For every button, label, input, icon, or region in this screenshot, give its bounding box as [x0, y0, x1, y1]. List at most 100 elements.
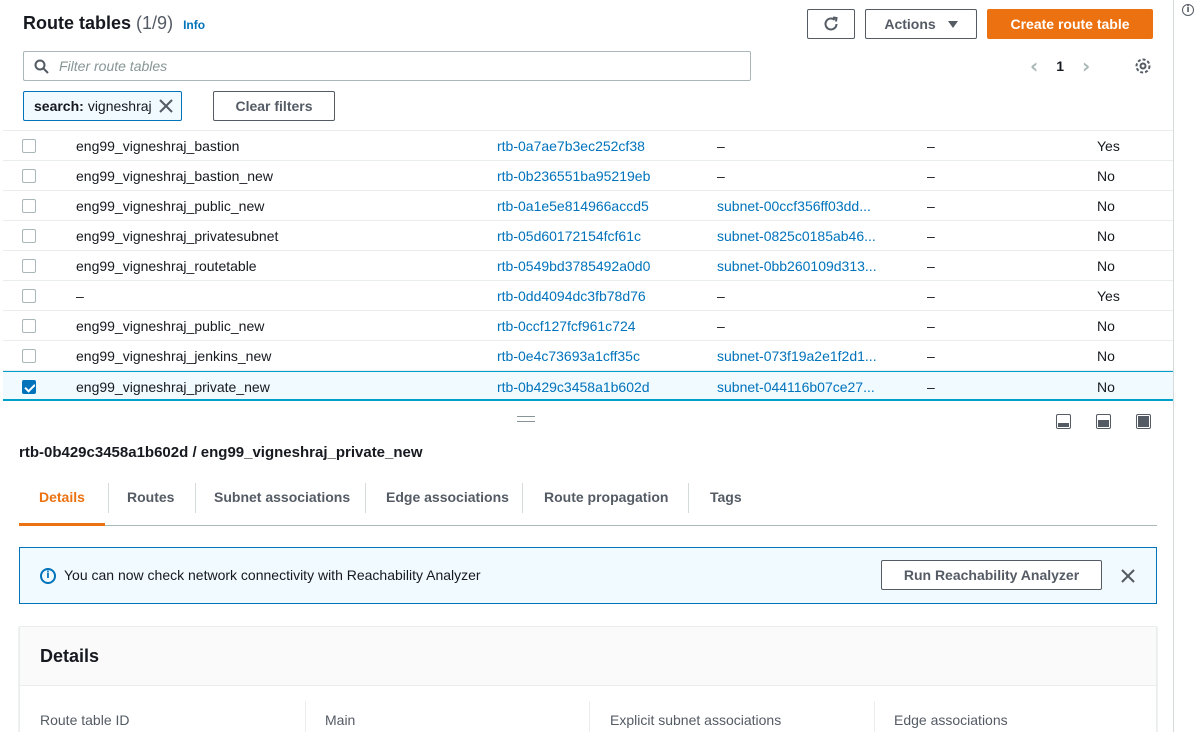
main-flag: No	[1097, 168, 1115, 184]
subnet-association[interactable]: subnet-0825c0185ab46...	[717, 221, 892, 251]
tab-route-propagation[interactable]: Route propagation	[524, 480, 688, 526]
route-table-name: –	[76, 288, 84, 304]
route-table-id-link[interactable]: rtb-0b236551ba95219eb	[497, 161, 697, 191]
subnet-association[interactable]: subnet-073f19a2e1f2d1...	[717, 341, 892, 371]
details-card-title: Details	[40, 646, 100, 666]
row-checkbox[interactable]	[22, 199, 36, 213]
selection-count: (1/9)	[136, 13, 174, 33]
main-flag: No	[1097, 348, 1115, 364]
route-table-id-link[interactable]: rtb-0b429c3458a1b602d	[497, 372, 697, 402]
tab-subnet-associations[interactable]: Subnet associations	[194, 480, 370, 526]
table-row[interactable]: eng99_vigneshraj_bastion rtb-0a7ae7b3ec25…	[3, 131, 1173, 161]
route-table-id-link[interactable]: rtb-05d60172154fcf61c	[497, 221, 697, 251]
caret-down-icon	[947, 20, 958, 28]
filter-search-box[interactable]	[23, 51, 751, 81]
gear-icon[interactable]	[1134, 57, 1152, 75]
clear-filters-button[interactable]: Clear filters	[213, 91, 335, 121]
edge-association: –	[927, 348, 935, 364]
main-flag: No	[1097, 318, 1115, 334]
table-row[interactable]: eng99_vigneshraj_privatesubnet rtb-05d601…	[3, 221, 1173, 251]
row-checkbox[interactable]	[22, 169, 36, 183]
pagination: ‹ 1 ›	[1030, 56, 1090, 76]
subnet-association: –	[717, 168, 725, 184]
main-flag: Yes	[1097, 288, 1120, 304]
tab-routes[interactable]: Routes	[107, 480, 194, 526]
edge-association: –	[927, 228, 935, 244]
main-flag: Yes	[1097, 138, 1120, 154]
column-divider	[589, 701, 590, 732]
route-table-id-link[interactable]: rtb-0a1e5e814966accd5	[497, 191, 697, 221]
details-card: Details Route table ID Main Explicit sub…	[19, 626, 1157, 732]
route-table-id-link[interactable]: rtb-0549bd3785492a0d0	[497, 251, 697, 281]
route-table-id-link[interactable]: rtb-0ccf127fcf961c724	[497, 311, 697, 341]
row-checkbox[interactable]	[22, 139, 36, 153]
tab-edge-associations[interactable]: Edge associations	[366, 480, 529, 526]
edge-association: –	[927, 379, 935, 395]
actions-dropdown[interactable]: Actions	[865, 9, 977, 39]
search-input[interactable]	[59, 58, 709, 74]
route-table-id-link[interactable]: rtb-0e4c73693a1cff35c	[497, 341, 697, 371]
main-flag: No	[1097, 228, 1115, 244]
filter-token: search: vigneshraj	[23, 91, 182, 121]
table-row[interactable]: – rtb-0dd4094dc3fb78d76 – – Yes	[3, 281, 1173, 311]
main-flag: No	[1097, 198, 1115, 214]
row-checkbox[interactable]	[22, 319, 36, 333]
field-explicit-subnet-associations: Explicit subnet associations	[610, 712, 782, 728]
tab-details[interactable]: Details	[19, 480, 105, 526]
page-header: Route tables (1/9) Info	[23, 13, 205, 34]
route-table-name: eng99_vigneshraj_routetable	[76, 258, 257, 274]
table-row[interactable]: eng99_vigneshraj_public_new rtb-0a1e5e814…	[3, 191, 1173, 221]
create-route-table-button[interactable]: Create route table	[987, 9, 1153, 39]
row-checkbox[interactable]	[22, 289, 36, 303]
tab-divider	[688, 483, 689, 513]
edge-association: –	[927, 168, 935, 184]
subnet-association: –	[717, 288, 725, 304]
edge-association: –	[927, 198, 935, 214]
info-link[interactable]: Info	[183, 18, 205, 32]
column-divider	[874, 701, 875, 732]
edge-association: –	[927, 138, 935, 154]
chevron-left-icon[interactable]: ‹	[1030, 56, 1038, 76]
table-row[interactable]: eng99_vigneshraj_routetable rtb-0549bd378…	[3, 251, 1173, 281]
table-row[interactable]: eng99_vigneshraj_public_new rtb-0ccf127fc…	[3, 311, 1173, 341]
subnet-association: –	[717, 318, 725, 334]
route-table-id-link[interactable]: rtb-0dd4094dc3fb78d76	[497, 281, 697, 311]
row-checkbox[interactable]	[22, 380, 36, 394]
route-table-name: eng99_vigneshraj_bastion	[76, 138, 240, 154]
panel-bottom-icon[interactable]	[1056, 414, 1071, 429]
route-table-id-link[interactable]: rtb-0a7ae7b3ec252cf38	[497, 131, 697, 161]
resize-handle[interactable]	[517, 416, 535, 422]
route-table-name: eng99_vigneshraj_privatesubnet	[76, 228, 279, 244]
row-checkbox[interactable]	[22, 259, 36, 273]
panel-full-icon[interactable]	[1136, 414, 1151, 429]
subnet-association[interactable]: subnet-00ccf356ff03dd...	[717, 191, 892, 221]
page-number[interactable]: 1	[1056, 58, 1064, 74]
refresh-button[interactable]	[807, 9, 855, 39]
main-flag: No	[1097, 379, 1115, 395]
table-row[interactable]: eng99_vigneshraj_private_new rtb-0b429c34…	[3, 371, 1173, 401]
row-checkbox[interactable]	[22, 229, 36, 243]
close-icon[interactable]	[1120, 568, 1136, 584]
edge-association: –	[927, 318, 935, 334]
panel-split-icon[interactable]	[1096, 414, 1111, 429]
info-icon[interactable]: i	[1182, 4, 1194, 16]
row-checkbox[interactable]	[22, 349, 36, 363]
run-reachability-analyzer-button[interactable]: Run Reachability Analyzer	[881, 560, 1102, 590]
alert-message: You can now check network connectivity w…	[64, 567, 481, 583]
edge-association: –	[927, 258, 935, 274]
table-row[interactable]: eng99_vigneshraj_bastion_new rtb-0b236551…	[3, 161, 1173, 191]
actions-label: Actions	[884, 16, 936, 32]
subnet-association[interactable]: subnet-0bb260109d313...	[717, 251, 892, 281]
details-card-header: Details	[20, 627, 1156, 686]
route-table-name: eng99_vigneshraj_private_new	[76, 379, 270, 395]
page-title: Route tables (1/9)	[23, 13, 174, 33]
close-icon[interactable]	[158, 98, 174, 114]
field-route-table-id: Route table ID	[40, 712, 130, 728]
refresh-icon	[824, 16, 838, 31]
tab-tags[interactable]: Tags	[690, 480, 762, 526]
chevron-right-icon[interactable]: ›	[1082, 56, 1090, 76]
table-row[interactable]: eng99_vigneshraj_jenkins_new rtb-0e4c7369…	[3, 341, 1173, 371]
route-table-name: eng99_vigneshraj_public_new	[76, 198, 265, 214]
tab-divider	[522, 483, 523, 513]
subnet-association[interactable]: subnet-044116b07ce27...	[717, 372, 892, 402]
